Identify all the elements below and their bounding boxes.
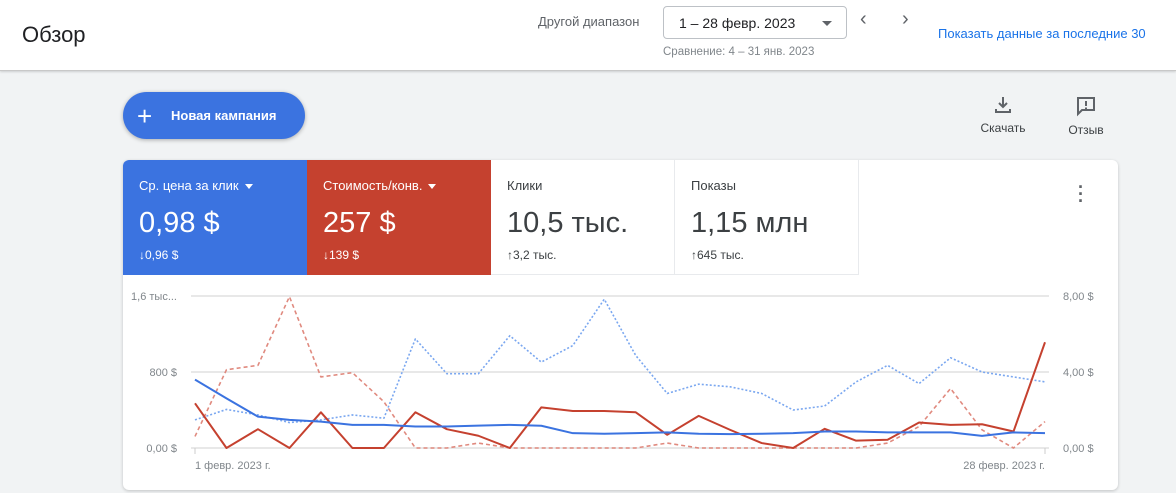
left-axis-tick: 800 $ — [149, 367, 177, 379]
date-range-value: 1 – 28 февр. 2023 — [679, 15, 796, 31]
plus-icon: + — [137, 101, 153, 131]
download-label: Скачать — [980, 121, 1026, 135]
left-axis-tick: 1,6 тыс... — [131, 291, 177, 303]
right-axis-tick: 4,00 $ — [1063, 367, 1094, 379]
chevron-left-icon[interactable]: ‹ — [860, 8, 867, 31]
feedback-label: Отзыв — [1068, 123, 1104, 137]
performance-chart: 0,00 $ 0,00 $ 800 $ 4,00 $ 1,6 тыс... 8,00 $ 1… — [131, 291, 1094, 472]
left-axis-tick: 0,00 $ — [146, 443, 177, 455]
chevron-right-icon[interactable]: › — [902, 8, 909, 31]
feedback-button[interactable]: Отзыв — [1056, 95, 1116, 137]
right-axis-tick: 8,00 $ — [1063, 291, 1094, 303]
right-axis-tick: 0,00 $ — [1063, 443, 1094, 455]
x-axis-label: 28 февр. 2023 г. — [963, 460, 1045, 472]
top-bar: Обзор Другой диапазон 1 – 28 февр. 2023 … — [0, 0, 1176, 71]
x-axis-label: 1 февр. 2023 г. — [195, 460, 271, 472]
compare-range: Сравнение: 4 – 31 янв. 2023 — [663, 46, 815, 58]
download-button[interactable]: Скачать — [973, 95, 1033, 135]
page-title: Обзор — [22, 22, 86, 47]
new-campaign-label: Новая кампания — [171, 108, 277, 123]
dropdown-caret-icon — [822, 21, 832, 26]
date-range-select[interactable]: 1 – 28 февр. 2023 — [663, 6, 847, 39]
overview-card: Ср. цена за клик 0,98 $ ↓0,96 $ Стоимость… — [123, 160, 1118, 490]
feedback-icon — [1077, 97, 1095, 117]
show-last-30-link[interactable]: Показать данные за последние 30 — [938, 26, 1146, 41]
date-range-label: Другой диапазон — [538, 14, 640, 29]
new-campaign-button[interactable]: + Новая кампания — [123, 92, 305, 139]
series-line-3 — [194, 298, 1046, 424]
download-icon — [995, 97, 1011, 113]
